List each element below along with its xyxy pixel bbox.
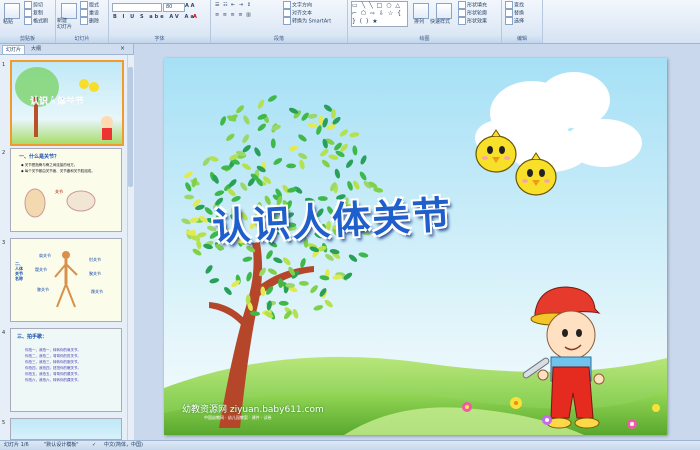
leaf [330,108,336,119]
slide-number: 4 [2,330,6,336]
quick-styles-icon[interactable] [436,3,452,19]
outline-icon [458,9,466,17]
drawing-label: 绘图 [348,36,501,43]
thumb3-figure [54,251,78,308]
thumb3-label: 腕关节 [89,271,101,276]
slide-number: 1 [2,62,6,68]
fill-icon [458,1,466,9]
align-icons[interactable]: ≡ ≡ ≡ ≡ ▥ [215,12,252,19]
effects-icon [458,17,466,25]
paste-icon[interactable] [4,3,20,19]
font-size-combo[interactable]: 80 [163,3,185,12]
slides-label: 幻灯片 [56,36,108,43]
paste-button[interactable]: 粘贴 [3,19,13,26]
thumb4-line: 你拍六，我拍六，转转你的踝关节。 [25,378,81,382]
arrange-icon[interactable] [413,3,429,19]
binoculars-icon [505,1,513,9]
drawing-group: ▭ ╲ ╲ □ ○ △ ⌐ ⬠ ⇨ ⇩ ☆ { } ( ) ★ 排列 快速样式 … [348,0,502,43]
slides-group: 新建 幻灯片 版式 重设 删除 幻灯片 [56,0,109,43]
editing-label: 编辑 [502,36,542,43]
delete-button[interactable]: 删除 [80,17,99,26]
copy-icon [24,9,32,17]
thumb3-label: 肘关节 [89,257,101,262]
replace-icon [505,9,513,17]
thumb3-label: 髋关节 [35,267,47,272]
bold-italic-underline-icons[interactable]: B I U S abe AV Aa [113,14,196,21]
slide-number: 5 [2,420,6,426]
smartart-icon [283,17,291,25]
slide-thumbnail-5[interactable] [10,418,122,440]
close-panel-icon[interactable]: × [120,45,125,52]
format-painter-button[interactable]: 格式刷 [24,17,48,26]
tab-slides[interactable]: 幻灯片 [2,45,26,54]
thumb2-joint-diagram [24,188,96,218]
font-group: 80 A A B I U S abe AV Aa A 字体 [109,0,211,43]
delete-icon [80,17,88,25]
font-label: 字体 [109,36,210,43]
brush-icon [24,17,32,25]
smartart-button[interactable]: 转换为 SmartArt [283,17,331,26]
slide-thumbnail-1[interactable]: 认识人体关节 [10,60,124,146]
panel-tabs: 幻灯片 大纲 × [0,44,133,55]
slide-number: 2 [2,150,6,156]
paragraph-label: 段落 [211,36,347,43]
thumb4-lines: 你拍一，我拍一，转转你的肩关节。 你拍二，我拍二，弯弯你的肘关节。 你拍三，我拍… [25,347,81,383]
thumb3-label: 膝关节 [37,287,49,292]
editing-group: 查找 替换 选择 编辑 [502,0,543,43]
new-slide-button[interactable]: 新建 幻灯片 [57,18,72,30]
slides-panel: 幻灯片 大纲 × 1 认识人体关节 2 一、什么是关节？ ◆ 关节是指骨与骨之间… [0,44,134,440]
font-name-combo[interactable] [112,3,162,12]
grow-font-icon[interactable]: A A [185,3,194,10]
slide-number: 3 [2,240,6,246]
font-color-icon[interactable]: A [193,14,197,21]
slide-thumbnail-3[interactable]: 二、人体关节名称 肩关节 肘关节 髋关节 腕关节 膝关节 踝关节 [10,238,122,322]
text-direction-icon [283,1,291,9]
thumb3-label: 肩关节 [39,253,51,258]
thumb1-title: 认识人体关节 [30,97,85,107]
slide-thumbnail-2[interactable]: 一、什么是关节？ ◆ 关节是指骨与骨之间连接的地方。 ◆ 每个关节都由关节面、关… [10,148,122,232]
scissors-icon [24,1,32,9]
watermark-subtext: 中国幼教网 · 幼儿园教案 · 课件 · 试卷 [204,415,272,420]
align-text-icon [283,9,291,17]
shape-effects-button[interactable]: 形状效果 [458,17,487,26]
arrange-button[interactable]: 排列 [414,19,424,26]
panel-scrollbar[interactable] [127,55,134,440]
slide-canvas: 认识人体关节 幼教资源网 ziyuan.baby611.com 中国幼教网 · … [134,44,700,440]
clipboard-group: 粘贴 剪切 复制 格式刷 剪贴板 [0,0,56,43]
thumb4-title: 三、拍手歌： [17,334,48,340]
thumb2-label: 关节 [55,189,63,194]
new-slide-icon[interactable] [61,3,77,19]
slide-thumbnail-4[interactable]: 三、拍手歌： 你拍一，我拍一，转转你的肩关节。 你拍二，我拍二，弯弯你的肘关节。… [10,328,122,412]
layout-icon [80,1,88,9]
paragraph-group: ☰ ☷ ⇤ ⇥ ↕ ≡ ≡ ≡ ≡ ▥ 文字方向 对齐文本 转换为 SmartA… [211,0,348,43]
quick-styles-button[interactable]: 快速样式 [430,19,450,26]
scrollbar-thumb[interactable] [128,67,133,187]
thumb3-label: 踝关节 [91,289,103,294]
reset-icon [80,9,88,17]
current-slide[interactable]: 认识人体关节 幼教资源网 ziyuan.baby611.com 中国幼教网 · … [164,58,667,435]
tab-outline[interactable]: 大纲 [28,45,44,53]
watermark-text: 幼教资源网 ziyuan.baby611.com [182,405,324,415]
list-icons[interactable]: ☰ ☷ ⇤ ⇥ ↕ [215,2,252,9]
leaf [286,163,297,169]
shapes-gallery[interactable]: ▭ ╲ ╲ □ ○ △ ⌐ ⬠ ⇨ ⇩ ☆ { } ( ) ★ [351,1,408,27]
ribbon: 粘贴 剪切 复制 格式刷 剪贴板 新建 幻灯片 版式 重设 删除 幻灯片 80 … [0,0,700,44]
cursor-icon [505,17,513,25]
select-button[interactable]: 选择 [505,17,524,26]
clipboard-label: 剪贴板 [0,36,55,43]
